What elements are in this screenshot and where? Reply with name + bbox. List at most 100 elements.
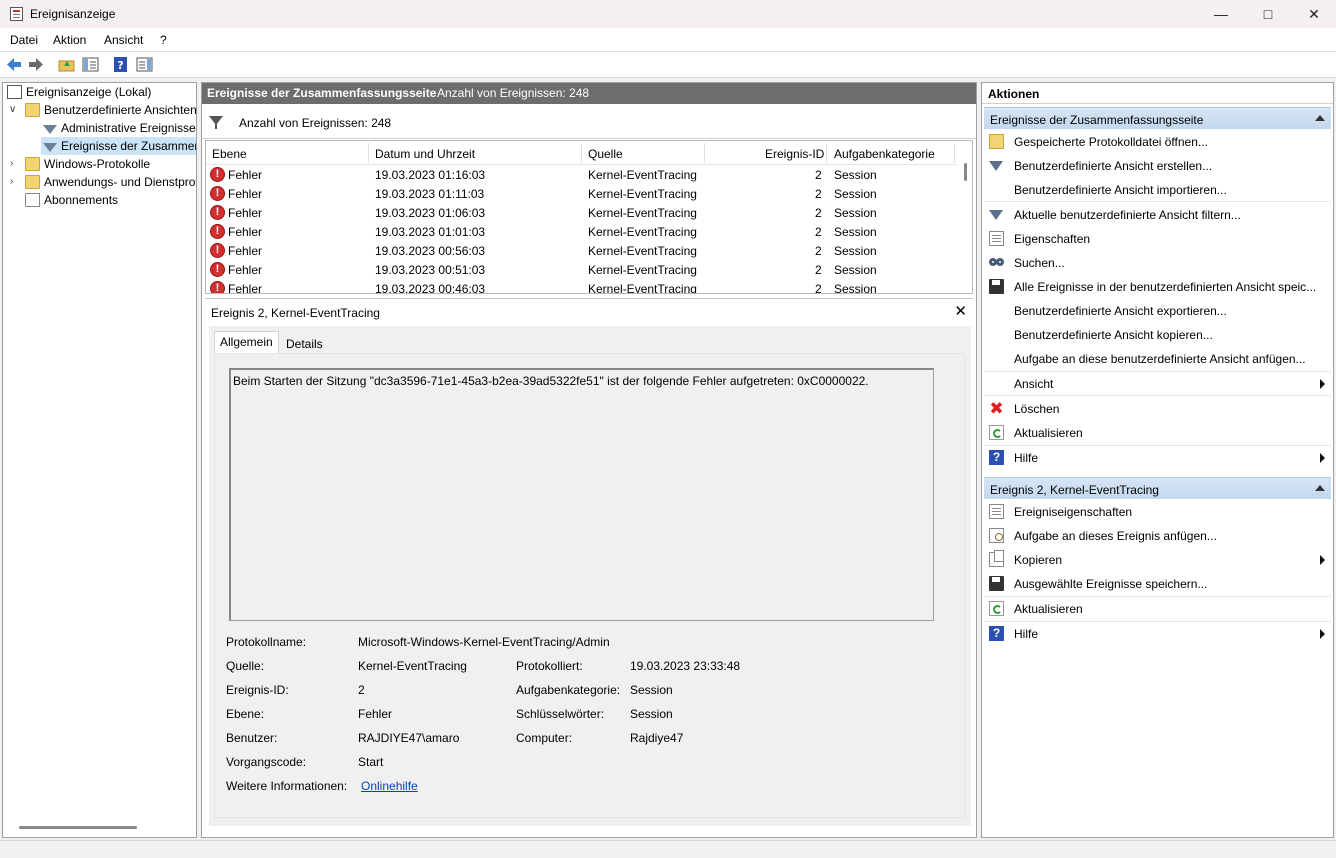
cell-event-id: 2 bbox=[815, 206, 822, 220]
menu-ansicht[interactable]: Ansicht bbox=[104, 33, 143, 47]
tree-app-service-logs[interactable]: Anwendungs- und Dienstprotokolle bbox=[25, 173, 196, 191]
column-divider[interactable] bbox=[368, 143, 369, 163]
chevron-down-icon[interactable]: ∨ bbox=[9, 104, 16, 115]
column-datum[interactable]: Datum und Uhrzeit bbox=[375, 147, 475, 161]
value-logged: 19.03.2023 23:33:48 bbox=[630, 659, 741, 673]
table-row[interactable]: ! Fehler 19.03.2023 01:06:03 Kernel-Even… bbox=[206, 203, 956, 222]
action-import-custom-view[interactable]: Benutzerdefinierte Ansicht importieren..… bbox=[984, 179, 1331, 201]
column-quelle[interactable]: Quelle bbox=[588, 147, 623, 161]
binoculars-icon bbox=[996, 258, 1004, 266]
action-label: Kopieren bbox=[1014, 553, 1063, 567]
tree-admin-events[interactable]: Administrative Ereignisse bbox=[43, 119, 196, 137]
action-view-submenu[interactable]: Ansicht bbox=[984, 373, 1331, 395]
center-header: Ereignisse der Zusammenfassungsseite Anz… bbox=[202, 83, 976, 104]
action-attach-task-event[interactable]: Aufgabe an dieses Ereignis anfügen... bbox=[984, 525, 1331, 547]
action-event-properties[interactable]: Ereigniseigenschaften bbox=[984, 501, 1331, 523]
center-header-title: Ereignisse der Zusammenfassungsseite bbox=[207, 86, 437, 100]
action-refresh-event[interactable]: Aktualisieren bbox=[984, 598, 1331, 620]
copy-icon bbox=[989, 550, 1004, 567]
horizontal-scrollbar[interactable] bbox=[19, 826, 137, 829]
chevron-right-icon[interactable]: › bbox=[10, 176, 13, 187]
tab-allgemein[interactable]: Allgemein bbox=[214, 331, 279, 353]
vertical-scrollbar[interactable] bbox=[964, 163, 967, 181]
cell-task-category: Session bbox=[834, 282, 877, 294]
label-source: Quelle: bbox=[226, 659, 265, 673]
svg-text:?: ? bbox=[117, 59, 123, 72]
action-label: Alle Ereignisse in der benutzerdefiniert… bbox=[1014, 280, 1317, 294]
action-label: Aktuelle benutzerdefinierte Ansicht filt… bbox=[1014, 208, 1241, 222]
cell-event-id: 2 bbox=[815, 282, 822, 294]
event-message-box[interactable]: Beim Starten der Sitzung "dc3a3596-71e1-… bbox=[229, 368, 934, 621]
tree-root[interactable]: Ereignisanzeige (Lokal) bbox=[7, 83, 151, 101]
folder-icon bbox=[25, 157, 40, 171]
divider bbox=[984, 445, 1331, 446]
online-help-link[interactable]: Onlinehilfe bbox=[361, 779, 418, 793]
show-hide-tree-icon[interactable] bbox=[82, 56, 100, 73]
column-divider[interactable] bbox=[704, 143, 705, 163]
table-row[interactable]: ! Fehler 19.03.2023 00:46:03 Kernel-Even… bbox=[206, 279, 956, 294]
actions-section-event[interactable]: Ereignis 2, Kernel-EventTracing bbox=[984, 477, 1331, 499]
action-label: Gespeicherte Protokolldatei öffnen... bbox=[1014, 135, 1208, 149]
cell-event-id: 2 bbox=[815, 187, 822, 201]
action-attach-task-view[interactable]: Aufgabe an diese benutzerdefinierte Ansi… bbox=[984, 348, 1331, 370]
cell-datetime: 19.03.2023 01:06:03 bbox=[375, 206, 486, 220]
menu-help[interactable]: ? bbox=[160, 33, 167, 47]
column-aufgabenkategorie[interactable]: Aufgabenkategorie bbox=[834, 147, 935, 161]
close-icon[interactable]: ✕ bbox=[954, 302, 967, 320]
column-ebene[interactable]: Ebene bbox=[212, 147, 247, 161]
minimize-button[interactable]: — bbox=[1198, 0, 1244, 28]
help-icon[interactable]: ? bbox=[112, 56, 130, 73]
filter-icon bbox=[43, 142, 57, 152]
tree-subscriptions[interactable]: Abonnements bbox=[25, 191, 118, 209]
table-row[interactable]: ! Fehler 19.03.2023 00:51:03 Kernel-Even… bbox=[206, 260, 956, 279]
action-save-selected-events[interactable]: Ausgewählte Ereignisse speichern... bbox=[984, 573, 1331, 595]
action-refresh[interactable]: Aktualisieren bbox=[984, 422, 1331, 444]
action-create-custom-view[interactable]: Benutzerdefinierte Ansicht erstellen... bbox=[984, 155, 1331, 177]
tree-summary-events[interactable]: Ereignisse der Zusammenfassungsseite bbox=[41, 137, 196, 155]
table-row[interactable]: ! Fehler 19.03.2023 00:56:03 Kernel-Even… bbox=[206, 241, 956, 260]
table-row[interactable]: ! Fehler 19.03.2023 01:16:03 Kernel-Even… bbox=[206, 165, 956, 184]
maximize-button[interactable]: □ bbox=[1245, 0, 1291, 28]
action-open-saved-log[interactable]: Gespeicherte Protokolldatei öffnen... bbox=[984, 131, 1331, 153]
table-row[interactable]: ! Fehler 19.03.2023 01:01:03 Kernel-Even… bbox=[206, 222, 956, 241]
collapse-up-icon[interactable] bbox=[1315, 485, 1325, 491]
action-export-custom-view[interactable]: Benutzerdefinierte Ansicht exportieren..… bbox=[984, 300, 1331, 322]
action-copy-submenu[interactable]: Kopieren bbox=[984, 549, 1331, 571]
close-button[interactable]: ✕ bbox=[1291, 0, 1336, 28]
action-save-all-events[interactable]: Alle Ereignisse in der benutzerdefiniert… bbox=[984, 276, 1331, 298]
tree-custom-views[interactable]: Benutzerdefinierte Ansichten bbox=[25, 101, 196, 119]
menu-datei[interactable]: Datei bbox=[10, 33, 38, 47]
filter-bar: Anzahl von Ereignissen: 248 bbox=[202, 105, 976, 139]
tree-subscriptions-label: Abonnements bbox=[44, 193, 119, 207]
column-divider[interactable] bbox=[954, 143, 955, 163]
action-copy-custom-view[interactable]: Benutzerdefinierte Ansicht kopieren... bbox=[984, 324, 1331, 346]
folder-icon bbox=[25, 103, 40, 117]
show-hide-action-pane-icon[interactable] bbox=[136, 56, 154, 73]
actions-section-view[interactable]: Ereignisse der Zusammenfassungsseite bbox=[984, 107, 1331, 129]
action-find[interactable]: Suchen... bbox=[984, 252, 1331, 274]
folder-up-icon[interactable] bbox=[58, 56, 76, 73]
table-row[interactable]: ! Fehler 19.03.2023 01:11:03 Kernel-Even… bbox=[206, 184, 956, 203]
center-header-count: Anzahl von Ereignissen: 248 bbox=[437, 86, 590, 100]
chevron-right-icon[interactable]: › bbox=[10, 158, 13, 169]
cell-event-id: 2 bbox=[815, 225, 822, 239]
event-detail-title: Ereignis 2, Kernel-EventTracing bbox=[211, 306, 380, 320]
menu-aktion[interactable]: Aktion bbox=[53, 33, 86, 47]
action-properties[interactable]: Eigenschaften bbox=[984, 228, 1331, 250]
column-divider[interactable] bbox=[826, 143, 827, 163]
action-help-event-submenu[interactable]: ? Hilfe bbox=[984, 623, 1331, 645]
tree-windows-logs[interactable]: Windows-Protokolle bbox=[25, 155, 150, 173]
action-delete[interactable]: ✖ Löschen bbox=[984, 398, 1331, 420]
table-header: Ebene Datum und Uhrzeit Quelle Ereignis-… bbox=[206, 141, 956, 165]
cell-datetime: 19.03.2023 01:11:03 bbox=[375, 187, 485, 201]
action-label: Aufgabe an diese benutzerdefinierte Ansi… bbox=[1014, 352, 1306, 366]
forward-arrow-icon[interactable] bbox=[27, 56, 45, 73]
column-divider[interactable] bbox=[581, 143, 582, 163]
column-ereignis-id[interactable]: Ereignis-ID bbox=[765, 147, 824, 161]
action-help-submenu[interactable]: ? Hilfe bbox=[984, 447, 1331, 469]
section-event-label: Ereignis 2, Kernel-EventTracing bbox=[990, 483, 1159, 497]
back-arrow-icon[interactable] bbox=[5, 56, 23, 73]
cell-source: Kernel-EventTracing bbox=[588, 282, 697, 294]
action-filter-current-view[interactable]: Aktuelle benutzerdefinierte Ansicht filt… bbox=[984, 204, 1331, 226]
collapse-up-icon[interactable] bbox=[1315, 115, 1325, 121]
